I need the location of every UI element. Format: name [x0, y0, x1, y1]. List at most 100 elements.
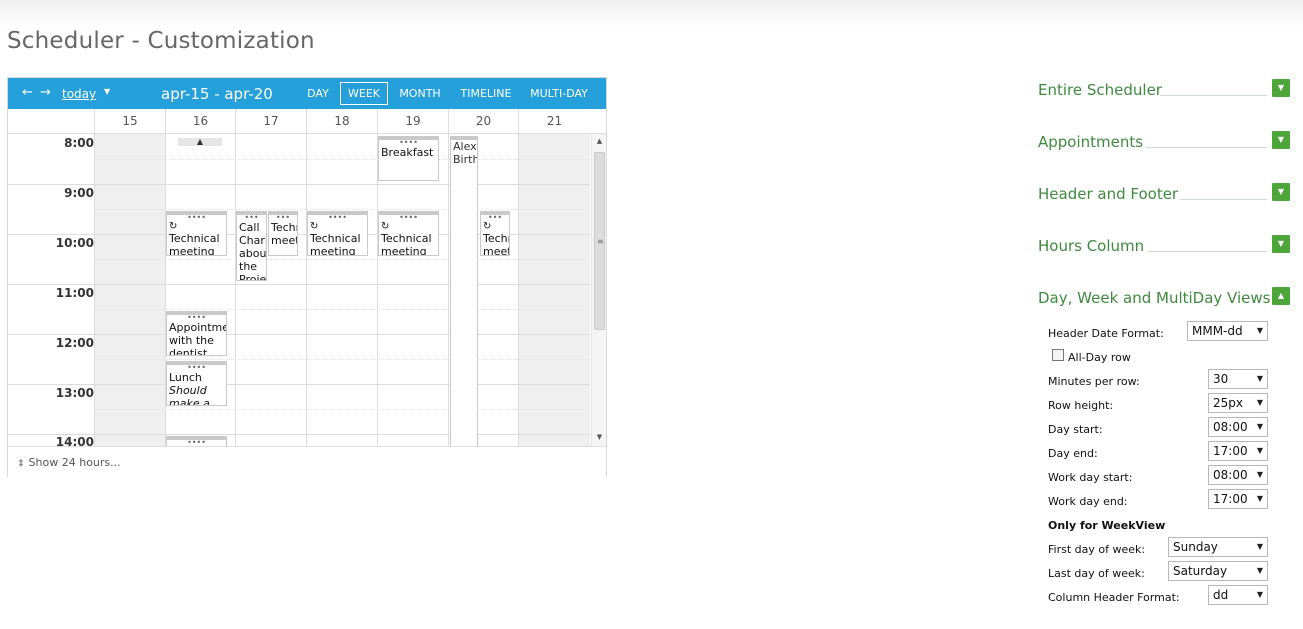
day-header[interactable]: 15 — [94, 109, 165, 133]
column-header-format-select[interactable]: dd ▼ — [1208, 585, 1268, 605]
section-title[interactable]: Header and Footer — [1038, 185, 1178, 203]
section-divider — [1146, 147, 1267, 148]
select-value: 30 — [1213, 372, 1229, 386]
first-day-select[interactable]: Sunday ▼ — [1168, 537, 1268, 557]
select-value: 17:00 — [1213, 444, 1248, 458]
appointment-partial[interactable]: •••• — [166, 436, 227, 446]
grip-icon: ≡ — [597, 237, 604, 246]
half-hour-line — [94, 209, 590, 210]
minutes-per-row-select[interactable]: 30 ▼ — [1208, 369, 1268, 389]
view-multiday-button[interactable]: MULTI-DAY — [524, 82, 594, 105]
recurrence-icon: ↻ — [169, 221, 178, 232]
appointment-technical-meeting[interactable]: ••• Technical meeting — [268, 211, 298, 256]
hour-line — [8, 434, 590, 435]
hour-label: 13:00 — [55, 386, 94, 400]
appointment-technical-meeting[interactable]: •••• ↻ Technical meeting — [166, 211, 227, 256]
day-column[interactable] — [306, 134, 377, 446]
section-title[interactable]: Day, Week and MultiDay Views — [1038, 289, 1270, 307]
appointment-title: Technical meeting — [483, 232, 509, 256]
header-date-format-select[interactable]: MMM-dd ▼ — [1187, 321, 1268, 341]
hour-label: 11:00 — [55, 286, 94, 300]
chevron-down-icon[interactable]: ▼ — [1272, 183, 1290, 201]
section-day-week-multiday[interactable]: Day, Week and MultiDay Views ▲ — [1030, 286, 1290, 310]
scroll-down-arrow-icon[interactable]: ▼ — [592, 430, 607, 444]
section-divider — [1180, 199, 1267, 200]
view-timeline-button[interactable]: TIMELINE — [456, 82, 516, 105]
appointment-technical-meeting[interactable]: •••• ↻ Technical meeting — [307, 211, 368, 256]
chevron-down-icon: ▼ — [1256, 542, 1263, 551]
chevron-down-icon[interactable]: ▼ — [1272, 235, 1290, 253]
scroll-up-indicator[interactable]: ▲ — [178, 138, 222, 146]
day-header[interactable]: 16 — [165, 109, 235, 133]
work-day-start-select[interactable]: 08:00 ▼ — [1208, 465, 1268, 485]
half-hour-line — [94, 159, 590, 160]
half-hour-line — [94, 309, 590, 310]
chevron-down-icon: ▼ — [1256, 470, 1263, 479]
appointment-call-charlie[interactable]: ••• Call Charlie about the Project — [236, 211, 267, 281]
day-column[interactable] — [235, 134, 306, 446]
appointment-alex-birthday[interactable]: Alex' Birthday — [450, 136, 478, 446]
day-header[interactable]: 19 — [377, 109, 448, 133]
section-title[interactable]: Appointments — [1038, 133, 1143, 151]
chevron-up-icon[interactable]: ▲ — [1272, 287, 1290, 305]
date-picker-caret-icon[interactable]: ▼ — [104, 87, 110, 96]
day-header[interactable]: 21 — [518, 109, 590, 133]
view-day-button[interactable]: DAY — [300, 82, 336, 105]
show-24-hours-link[interactable]: ⇕ Show 24 hours... — [17, 456, 121, 469]
section-hours-column[interactable]: Hours Column ▼ — [1030, 234, 1290, 258]
appointment-technical-meeting[interactable]: •••• ↻ Technical meeting — [378, 211, 439, 256]
time-grid: 8:00 9:00 10:00 11:00 12:00 13:00 14:00 … — [8, 134, 606, 446]
last-day-label: Last day of week: — [1048, 567, 1145, 580]
chevron-down-icon: ▼ — [1256, 398, 1263, 407]
last-day-select[interactable]: Saturday ▼ — [1168, 561, 1268, 581]
scroll-up-arrow-icon[interactable]: ▲ — [592, 134, 607, 148]
hour-line — [8, 334, 590, 335]
vertical-scrollbar[interactable]: ▲ ≡ ▼ — [591, 134, 606, 446]
hour-line — [8, 384, 590, 385]
chevron-down-icon[interactable]: ▼ — [1272, 79, 1290, 97]
recurrence-icon: ↻ — [381, 221, 390, 232]
appointment-description: Should make a reservation — [169, 384, 210, 406]
day-header-row: 15 16 17 18 19 20 21 — [8, 109, 606, 134]
chevron-down-icon[interactable]: ▼ — [1272, 131, 1290, 149]
appointment-technical-meeting[interactable]: ••• ↻ Technical meeting — [480, 211, 510, 256]
appointment-lunch[interactable]: •••• Lunch Should make a reservation — [166, 361, 227, 406]
show-24-hours-label: Show 24 hours... — [28, 456, 121, 469]
section-title[interactable]: Hours Column — [1038, 237, 1144, 255]
select-value: 08:00 — [1213, 468, 1248, 482]
row-height-select[interactable]: 25px ▼ — [1208, 393, 1268, 413]
day-column[interactable] — [518, 134, 590, 446]
appointment-breakfast[interactable]: •••• Breakfast — [378, 136, 439, 181]
work-day-end-select[interactable]: 17:00 ▼ — [1208, 489, 1268, 509]
day-end-label: Day end: — [1048, 447, 1098, 460]
all-day-row-checkbox[interactable] — [1052, 349, 1064, 361]
arrow-right-icon[interactable]: → — [40, 85, 51, 100]
today-button[interactable]: today — [62, 87, 96, 101]
day-header[interactable]: 20 — [448, 109, 518, 133]
day-start-select[interactable]: 08:00 ▼ — [1208, 417, 1268, 437]
day-end-select[interactable]: 17:00 ▼ — [1208, 441, 1268, 461]
scrollbar-thumb[interactable]: ≡ — [594, 152, 605, 330]
view-week-button[interactable]: WEEK — [340, 82, 388, 105]
day-start-label: Day start: — [1048, 423, 1103, 436]
header-date-format-label: Header Date Format: — [1048, 327, 1164, 340]
work-day-end-label: Work day end: — [1048, 495, 1128, 508]
appointment-dentist[interactable]: •••• Appointment with the dentist — [166, 311, 227, 356]
day-header[interactable]: 18 — [306, 109, 377, 133]
work-day-start-label: Work day start: — [1048, 471, 1133, 484]
day-column[interactable] — [94, 134, 165, 446]
chevron-down-icon: ▼ — [1256, 422, 1263, 431]
view-month-button[interactable]: MONTH — [394, 82, 446, 105]
section-appointments[interactable]: Appointments ▼ — [1030, 130, 1290, 154]
recurrence-icon: ↻ — [483, 221, 492, 232]
arrow-left-icon[interactable]: ← — [22, 85, 33, 100]
scheduler-toolbar: ← → today ▼ apr-15 - apr-20 DAY WEEK MON… — [8, 78, 606, 109]
section-header-footer[interactable]: Header and Footer ▼ — [1030, 182, 1290, 206]
all-day-row-label: All-Day row — [1068, 351, 1131, 364]
customization-panel: Entire Scheduler ▼ Appointments ▼ Header… — [1030, 0, 1303, 629]
appointment-title: Call Charlie about the Project — [239, 221, 267, 281]
section-entire-scheduler[interactable]: Entire Scheduler ▼ — [1030, 78, 1290, 102]
select-value: Sunday — [1173, 540, 1218, 554]
day-header[interactable]: 17 — [235, 109, 306, 133]
section-title[interactable]: Entire Scheduler — [1038, 81, 1162, 99]
